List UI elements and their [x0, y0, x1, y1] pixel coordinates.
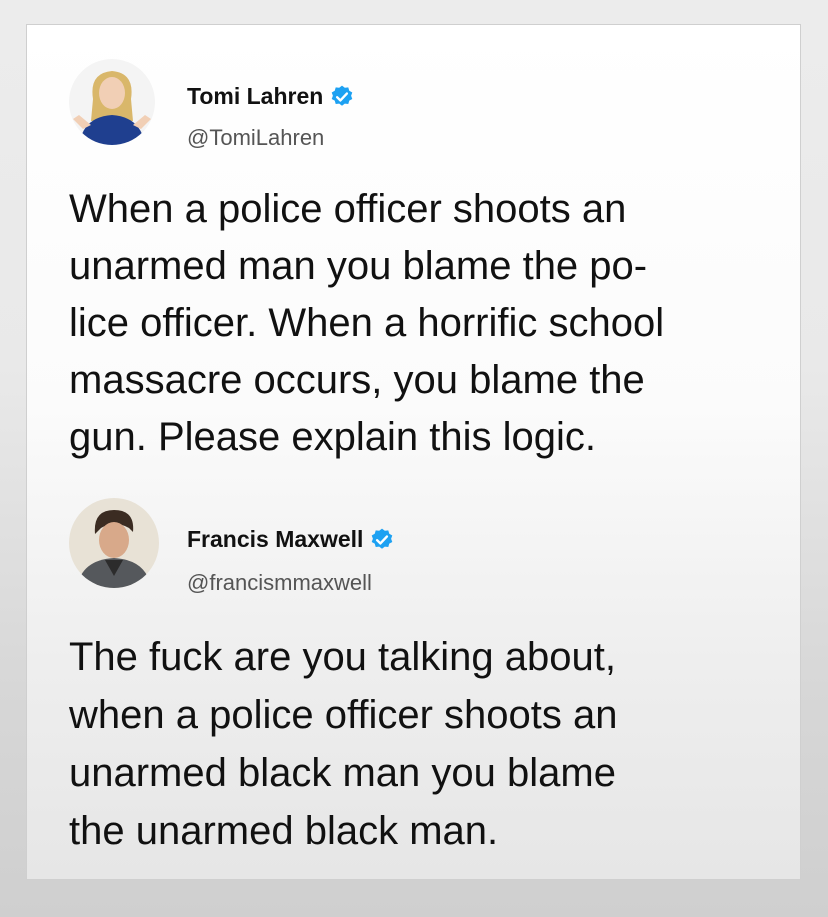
avatar-tomi-lahren[interactable] [69, 59, 155, 145]
tweet-text: When a police officer shoots an unarmed … [69, 181, 779, 466]
author-name[interactable]: Francis Maxwell [187, 526, 363, 553]
tweet-text-line: unarmed man you blame the po- [69, 244, 648, 288]
tweet-screenshot-card: Tomi Lahren @TomiLahren When a police of… [26, 24, 801, 880]
tweet-text-line: When a police officer shoots an [69, 187, 627, 231]
tweet-text-line: unarmed black man you blame [69, 751, 616, 795]
tweet-text-line: massacre occurs, you blame the [69, 358, 645, 402]
author-handle[interactable]: @TomiLahren [187, 125, 324, 151]
tweet-text-line: when a police officer shoots an [69, 693, 618, 737]
author-name[interactable]: Tomi Lahren [187, 83, 323, 110]
author-name-row: Francis Maxwell [187, 526, 395, 553]
verified-badge-icon [329, 84, 355, 110]
tweet-text-line: gun. Please explain this logic. [69, 415, 596, 459]
author-name-row: Tomi Lahren [187, 83, 355, 110]
tweet-2: Francis Maxwell @francismmaxwell The fuc… [69, 498, 789, 858]
tweet-text-line: the unarmed black man. [69, 809, 499, 853]
tweet-1: Tomi Lahren @TomiLahren When a police of… [69, 59, 789, 479]
tweet-text-line: lice officer. When a horrific school [69, 301, 665, 345]
avatar-francis-maxwell[interactable] [69, 498, 159, 588]
author-handle[interactable]: @francismmaxwell [187, 570, 372, 596]
tweet-text-line: The fuck are you talking about, [69, 635, 616, 679]
tweet-text: The fuck are you talking about, when a p… [69, 628, 779, 860]
verified-badge-icon [369, 527, 395, 553]
